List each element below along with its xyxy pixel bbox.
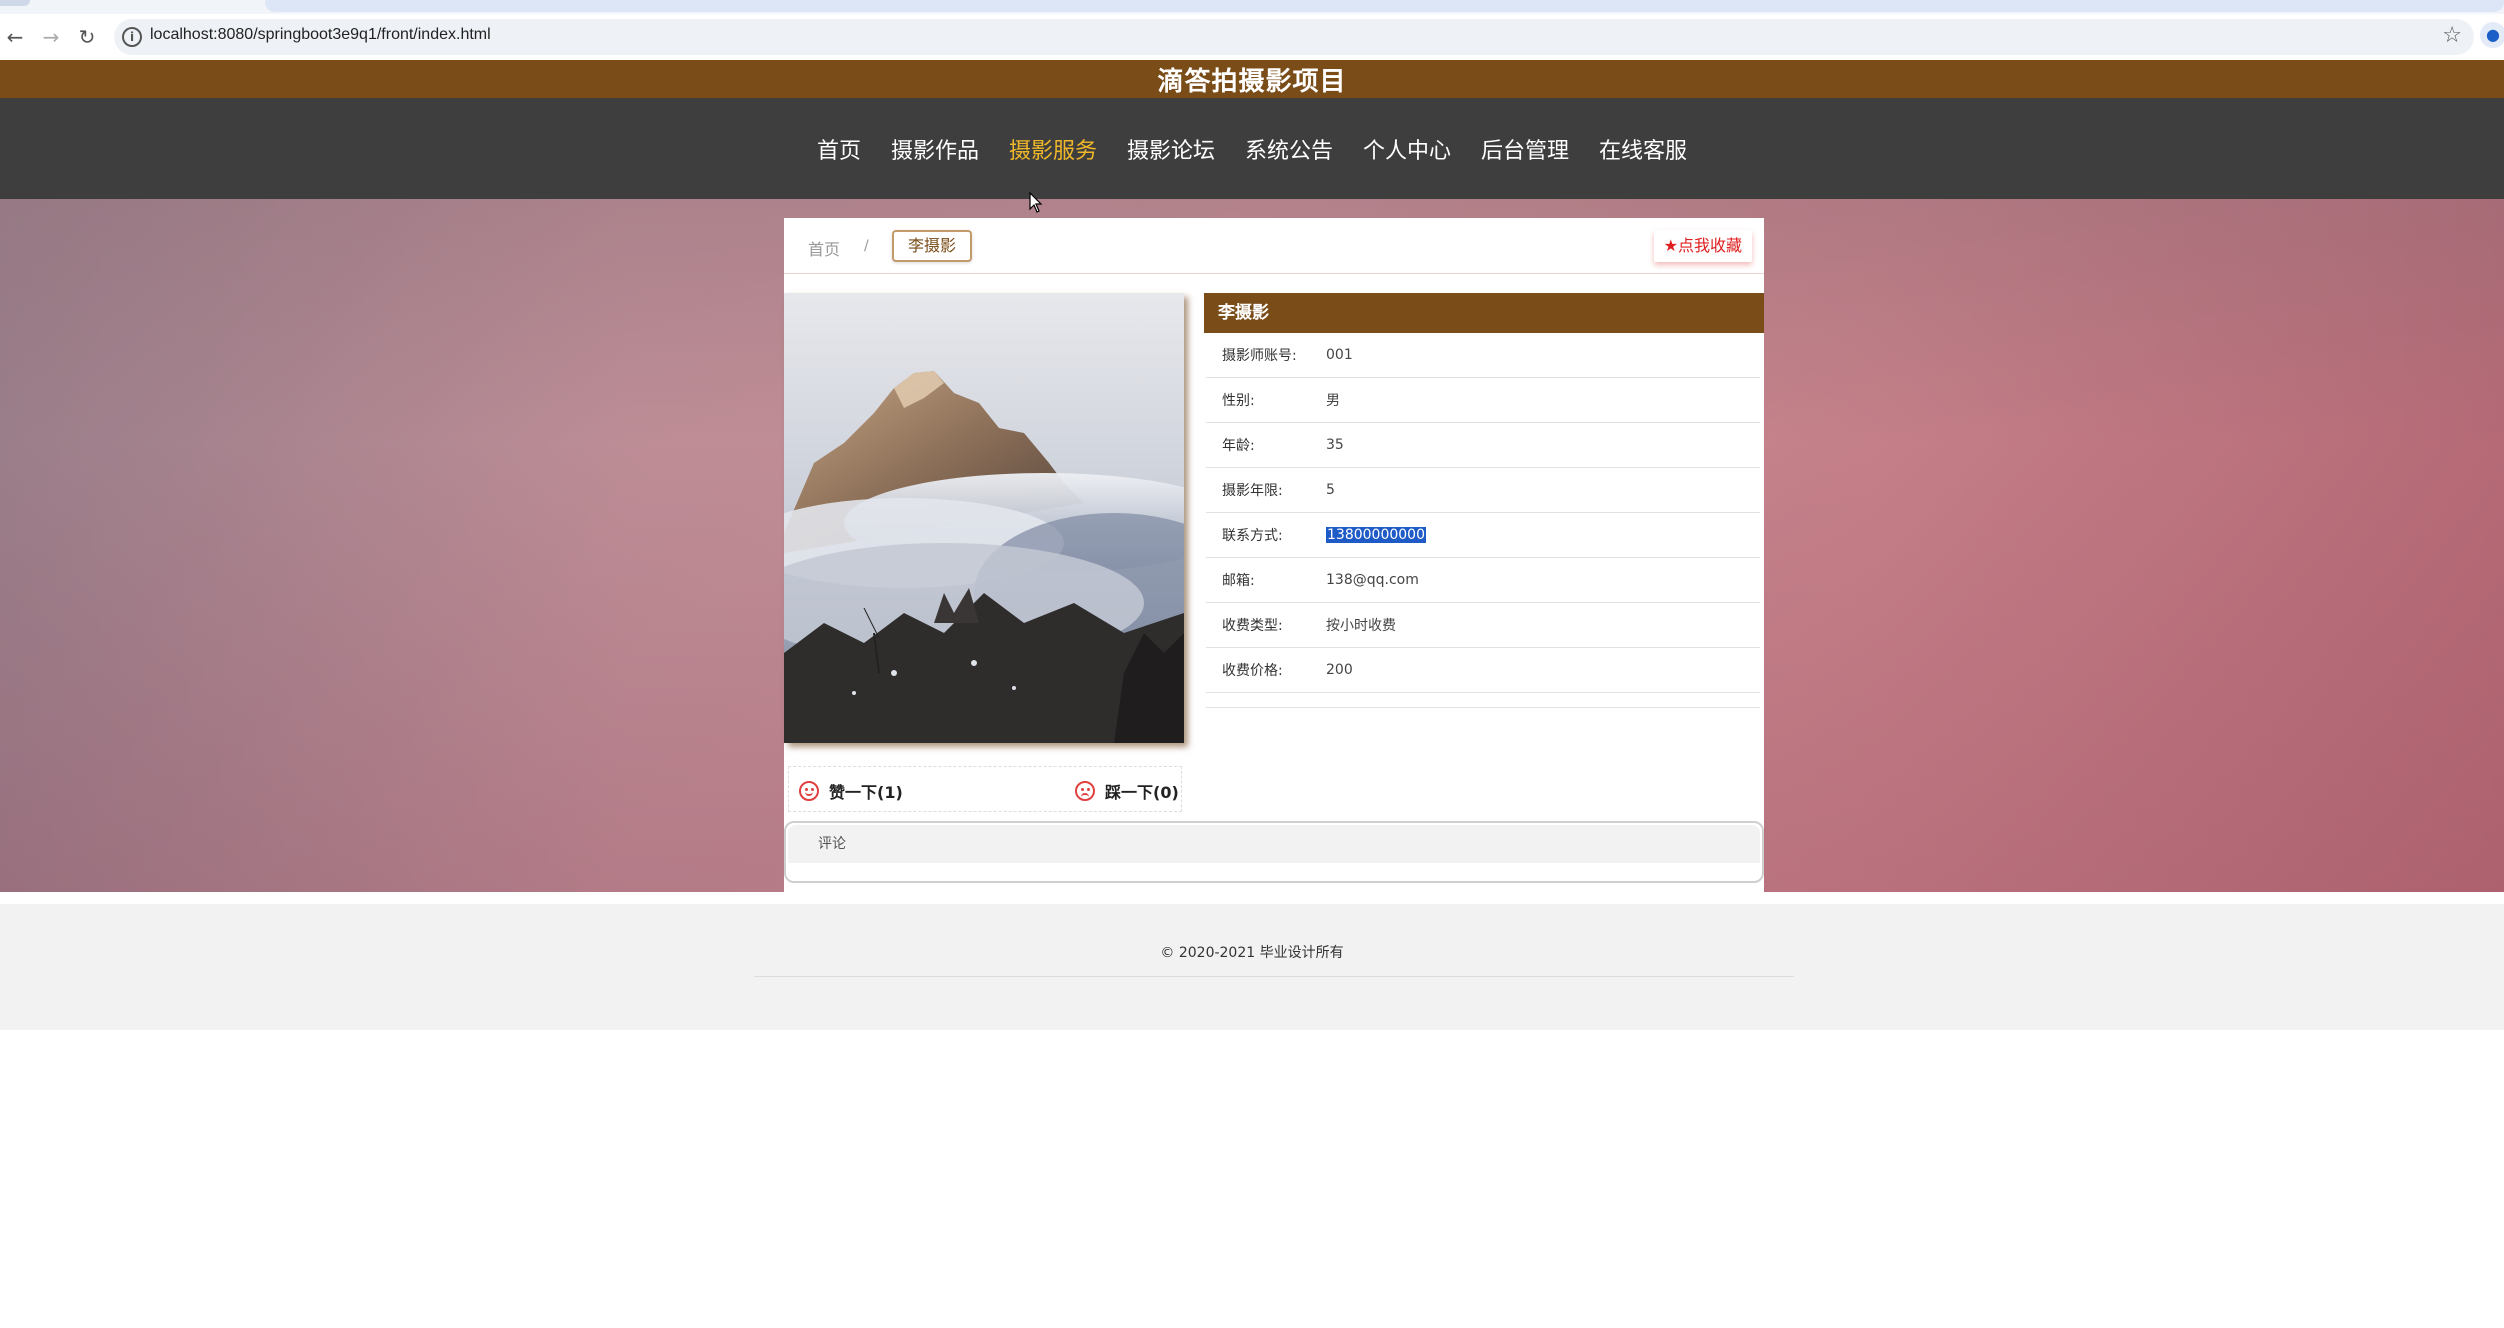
detail-value: 男: [1326, 393, 1340, 409]
browser-tabstrip: [0, 0, 2504, 14]
browser-tab-previous[interactable]: [0, 0, 30, 6]
breadcrumb-separator: /: [864, 238, 869, 254]
footer: © 2020-2021 毕业设计所有: [0, 904, 2504, 1030]
breadcrumb-home[interactable]: 首页: [808, 236, 840, 260]
frown-icon: [1075, 781, 1095, 801]
reactions-row: 赞一下(1) 踩一下(0): [788, 766, 1182, 812]
back-icon[interactable]: ←: [0, 22, 30, 52]
forward-icon[interactable]: →: [36, 22, 66, 52]
site-title: 滴答拍摄影项目: [1157, 66, 1347, 97]
breadcrumb: 首页 / 李摄影 ★点我收藏: [784, 218, 1764, 274]
site-title-bar: 滴答拍摄影项目: [0, 60, 2504, 98]
detail-row: 收费价格: 200: [1206, 648, 1760, 693]
photographer-photo: [784, 293, 1184, 743]
nav-item-works[interactable]: 摄影作品: [891, 133, 979, 165]
nav-item-forum[interactable]: 摄影论坛: [1127, 133, 1215, 165]
site-info-icon[interactable]: i: [122, 27, 142, 47]
detail-value: 001: [1326, 347, 1353, 363]
dislike-label: 踩一下(0): [1105, 783, 1179, 802]
like-button[interactable]: 赞一下(1): [799, 779, 903, 803]
detail-row: 摄影年限: 5: [1206, 468, 1760, 513]
detail-row: 收费类型: 按小时收费: [1206, 603, 1760, 648]
like-label: 赞一下(1): [829, 783, 903, 802]
nav-item-admin[interactable]: 后台管理: [1481, 133, 1569, 165]
footer-copyright: © 2020-2021 毕业设计所有: [1160, 945, 1344, 961]
nav-item-support[interactable]: 在线客服: [1599, 133, 1687, 165]
reload-icon[interactable]: ↻: [72, 22, 102, 52]
detail-table: 摄影师账号: 001 性别: 男 年龄: 35 摄影年限: 5 联系方式: 13…: [1206, 333, 1760, 708]
detail-key: 收费类型:: [1222, 618, 1283, 634]
detail-key: 性别:: [1222, 393, 1255, 409]
dislike-button[interactable]: 踩一下(0): [1075, 779, 1179, 803]
url-text[interactable]: localhost:8080/springboot3e9q1/front/ind…: [150, 26, 491, 44]
address-bar[interactable]: i localhost:8080/springboot3e9q1/front/i…: [114, 19, 2474, 55]
detail-key: 邮箱:: [1222, 573, 1255, 589]
detail-value-selected[interactable]: 13800000000: [1326, 527, 1426, 543]
detail-key: 摄影年限:: [1222, 483, 1283, 499]
detail-row: 性别: 男: [1206, 378, 1760, 423]
detail-key: 联系方式:: [1222, 528, 1283, 544]
profile-icon[interactable]: ●: [2480, 22, 2504, 48]
detail-key: 收费价格:: [1222, 663, 1283, 679]
detail-row: 联系方式: 13800000000: [1206, 513, 1760, 558]
breadcrumb-current[interactable]: 李摄影: [892, 230, 973, 262]
footer-divider: [754, 976, 1794, 977]
bookmark-star-icon[interactable]: ☆: [2442, 23, 2462, 48]
detail-row: 年龄: 35: [1206, 423, 1760, 468]
main-nav: 首页 摄影作品 摄影服务 摄影论坛 系统公告 个人中心 后台管理 在线客服: [0, 98, 2504, 199]
detail-divider: [1206, 693, 1760, 708]
detail-row: 摄影师账号: 001: [1206, 333, 1760, 378]
browser-toolbar: ← → ↻ i localhost:8080/springboot3e9q1/f…: [0, 14, 2504, 60]
nav-item-profile[interactable]: 个人中心: [1363, 133, 1451, 165]
detail-value: 200: [1326, 662, 1353, 678]
detail-key: 年龄:: [1222, 438, 1255, 454]
detail-value: 按小时收费: [1326, 618, 1396, 634]
detail-card: 首页 / 李摄影 ★点我收藏 赞一下(1) 踩一下(0) 李摄影 摄影师账号: …: [784, 218, 1764, 892]
mouse-cursor-icon: [1029, 192, 1043, 213]
detail-key: 摄影师账号:: [1222, 348, 1297, 364]
detail-value: 5: [1326, 482, 1335, 498]
smile-icon: [799, 781, 819, 801]
browser-tab-active[interactable]: [265, 0, 2504, 12]
detail-title: 李摄影: [1204, 293, 1764, 333]
detail-value: 35: [1326, 437, 1344, 453]
detail-row: 邮箱: 138@qq.com: [1206, 558, 1760, 603]
comment-section: 评论: [784, 821, 1764, 883]
comment-title: 评论: [788, 825, 1760, 863]
detail-value: 138@qq.com: [1326, 572, 1419, 588]
nav-item-home[interactable]: 首页: [817, 133, 861, 165]
favorite-button[interactable]: ★点我收藏: [1653, 230, 1752, 262]
nav-item-services[interactable]: 摄影服务: [1009, 133, 1097, 165]
nav-item-announcements[interactable]: 系统公告: [1245, 133, 1333, 165]
